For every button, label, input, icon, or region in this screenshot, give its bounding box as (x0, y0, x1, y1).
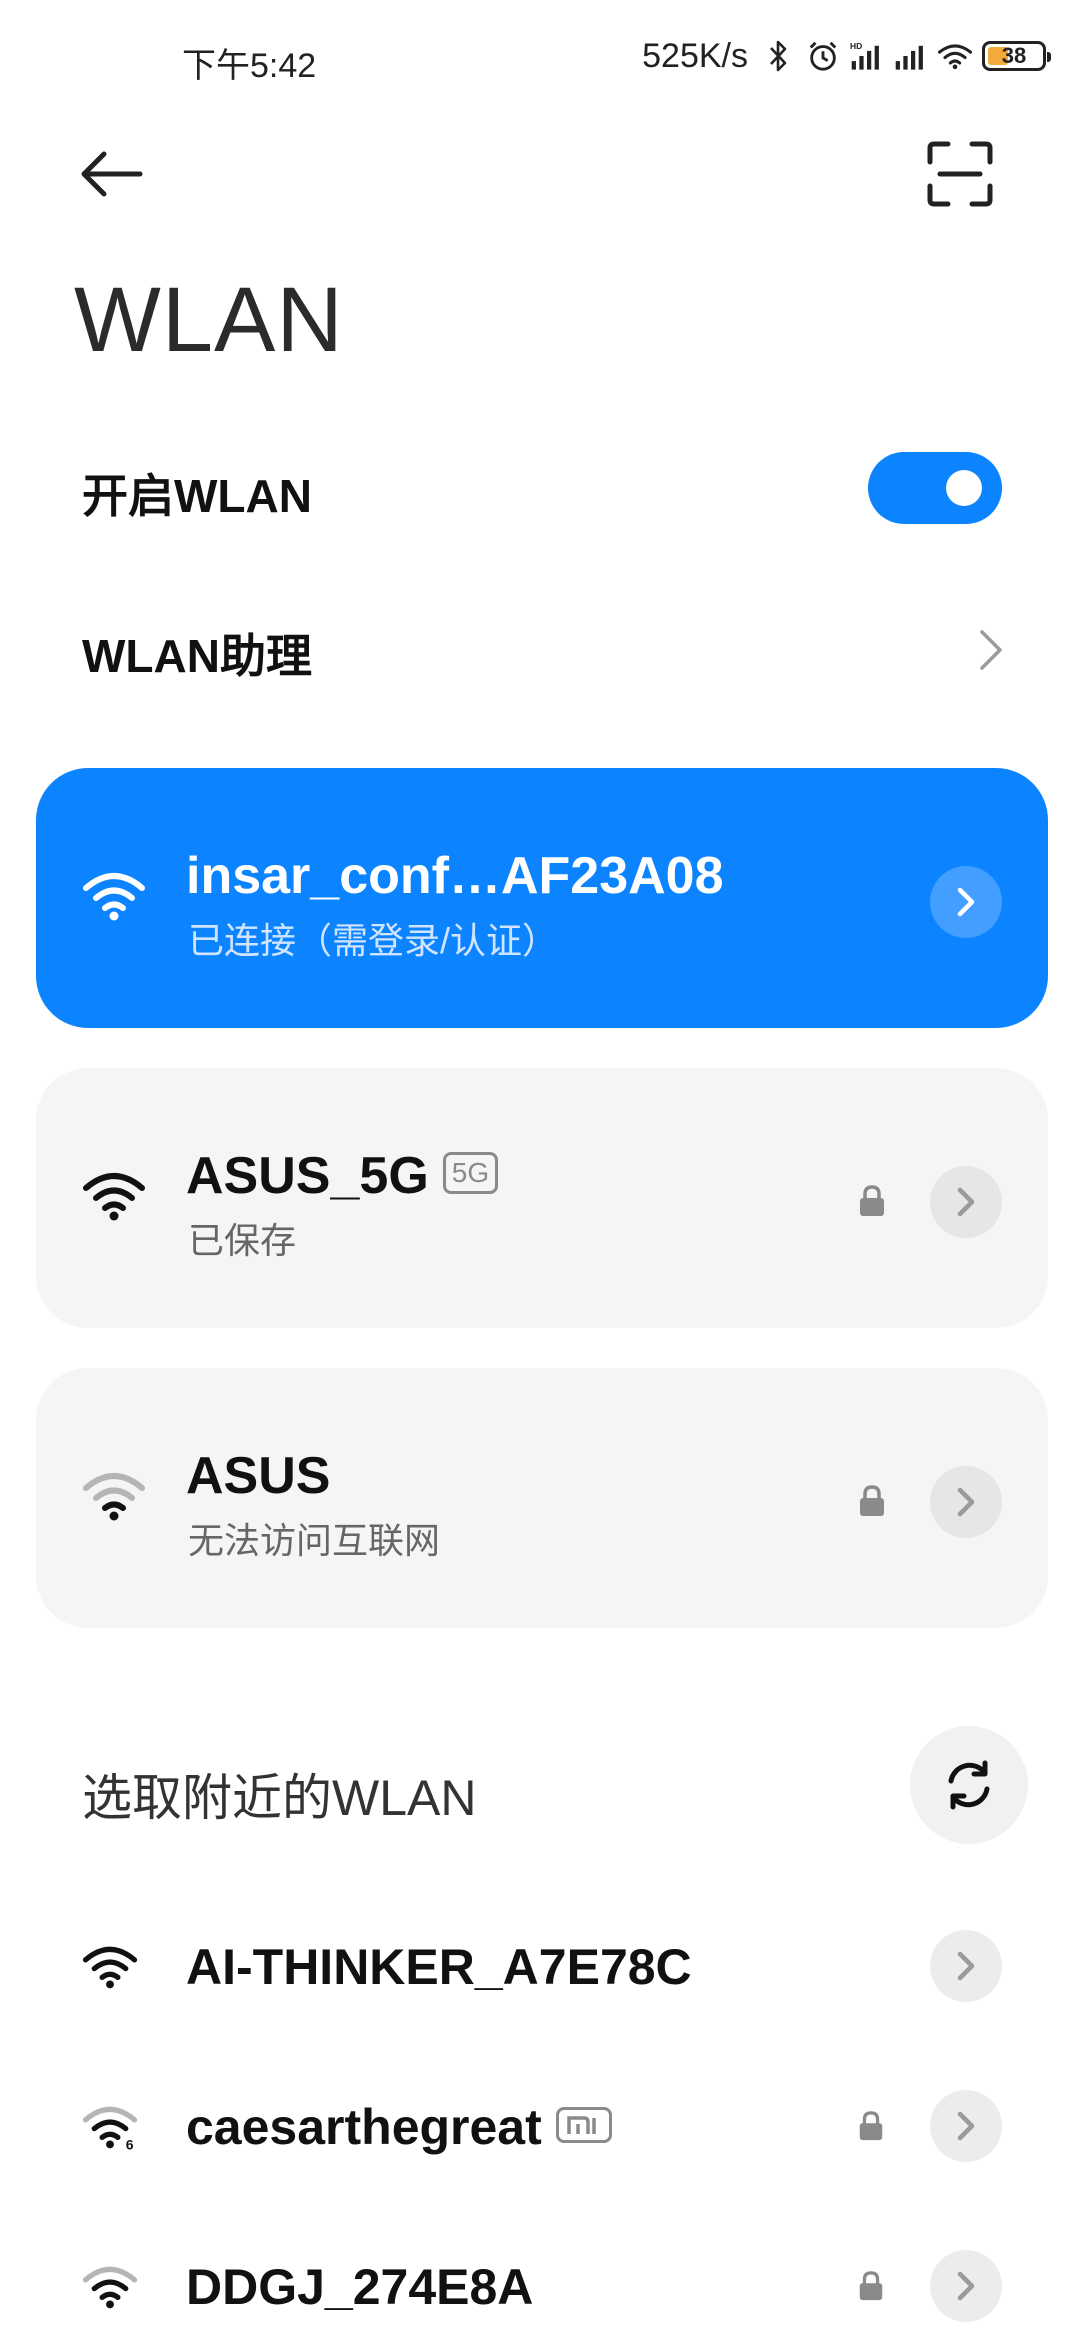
chevron-right-icon (957, 1487, 975, 1517)
lock-icon (859, 2271, 883, 2301)
network-ssid-row: caesarthegreat (186, 2098, 612, 2156)
hd-signal-icon: HD (850, 38, 884, 74)
svg-text:6: 6 (126, 2137, 134, 2150)
scan-button[interactable] (924, 138, 996, 210)
wifi6-signal-icon: 6 (82, 2106, 138, 2150)
alarm-icon (806, 38, 840, 74)
band-badge: 5G (442, 1152, 499, 1195)
network-ssid: DDGJ_274E8A (186, 2259, 534, 2315)
toggle-knob (946, 470, 982, 506)
network-card-connected[interactable]: insar_conf…AF23A08 已连接（需登录/认证） (36, 768, 1048, 1028)
page-title: WLAN (74, 269, 344, 371)
chevron-right-icon (957, 2111, 975, 2141)
status-time: 下午5:42 (182, 47, 317, 85)
bluetooth-icon (762, 38, 796, 74)
nearby-network-row[interactable]: DDGJ_274E8A (0, 2226, 1080, 2346)
scan-icon (927, 141, 993, 207)
network-details-button[interactable] (930, 2090, 1002, 2162)
svg-text:HD: HD (850, 41, 862, 51)
refresh-icon (948, 1760, 990, 1810)
network-ssid: AI-THINKER_A7E78C (186, 1939, 692, 1995)
wifi-signal-icon (83, 1173, 145, 1221)
nearby-section-title: 选取附近的WLAN (82, 1770, 477, 1826)
back-arrow-icon (81, 151, 143, 197)
network-ssid-row: ASUS_5G 5G (186, 1146, 499, 1206)
chevron-right-icon (957, 1187, 975, 1217)
network-ssid: ASUS (186, 1447, 331, 1505)
wifi-signal-medium-icon (82, 2266, 138, 2309)
wifi-signal-weak-icon (83, 1473, 145, 1521)
wlan-assistant-label: WLAN助理 (82, 630, 312, 682)
network-card-asus-5g[interactable]: ASUS_5G 5G 已保存 (36, 1068, 1048, 1328)
network-details-button[interactable] (930, 1166, 1002, 1238)
back-button[interactable] (76, 138, 148, 210)
wlan-assistant-row[interactable]: WLAN助理 (0, 580, 1080, 720)
nearby-network-row[interactable]: AI-THINKER_A7E78C (0, 1906, 1080, 2026)
network-details-button[interactable] (930, 1930, 1002, 2002)
network-status: 已保存 (188, 1220, 297, 1261)
network-details-button[interactable] (930, 2250, 1002, 2322)
chevron-right-icon (957, 887, 975, 917)
lock-icon (860, 1485, 884, 1516)
network-status: 无法访问互联网 (188, 1520, 441, 1561)
network-card-asus[interactable]: ASUS 无法访问互联网 (36, 1368, 1048, 1628)
chevron-right-icon (980, 630, 1002, 670)
battery-level: 38 (1001, 43, 1027, 68)
status-icons: 525K/s HD 38 (642, 36, 1051, 76)
network-details-button[interactable] (930, 1466, 1002, 1538)
network-ssid: ASUS_5G (186, 1147, 429, 1205)
wifi-signal-icon (83, 873, 145, 921)
chevron-right-icon (957, 2271, 975, 2301)
battery-icon: 38 (982, 41, 1051, 71)
chevron-right-icon (957, 1951, 975, 1981)
mi-icon (555, 2106, 612, 2143)
enable-wlan-label: 开启WLAN (82, 470, 312, 522)
refresh-button[interactable] (910, 1726, 1028, 1844)
network-ssid: caesarthegreat (186, 2099, 542, 2155)
nearby-network-row[interactable]: 6 caesarthegreat (0, 2066, 1080, 2186)
lock-icon (860, 1185, 884, 1216)
wifi-signal-icon (82, 1946, 138, 1989)
lock-icon (859, 2111, 883, 2141)
network-details-button[interactable] (930, 866, 1002, 938)
network-ssid: insar_conf…AF23A08 (186, 847, 724, 905)
wifi-icon (938, 38, 972, 74)
network-status: 已连接（需登录/认证） (188, 920, 559, 961)
enable-wlan-toggle[interactable] (868, 452, 1002, 524)
net-speed: 525K/s (642, 36, 748, 75)
signal-icon (894, 38, 928, 74)
